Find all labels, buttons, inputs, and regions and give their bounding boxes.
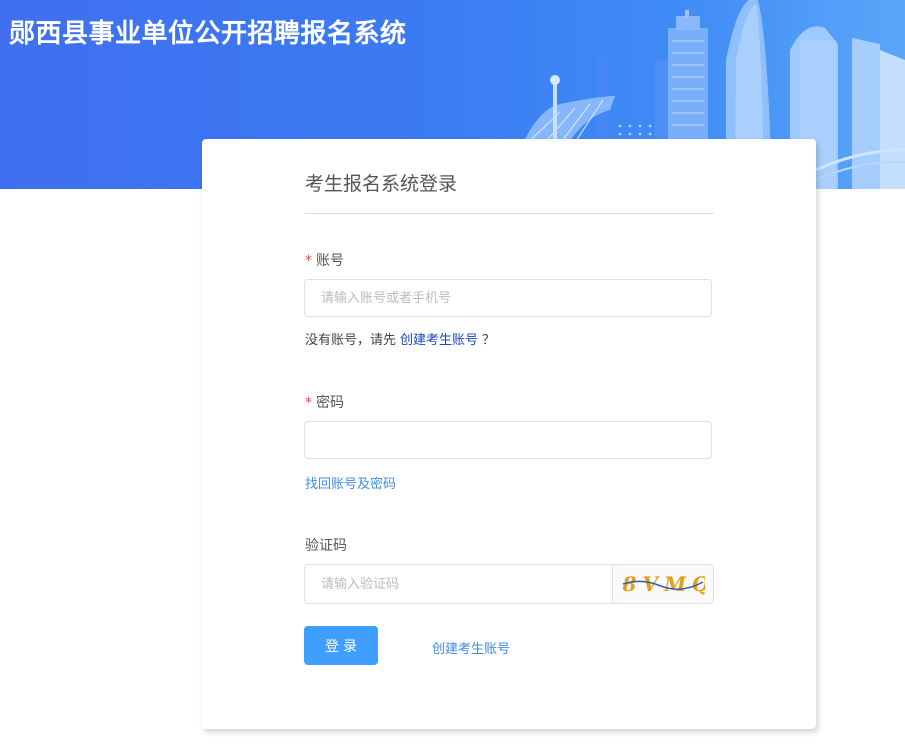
captcha-char-1: 8VMQ: [621, 572, 705, 596]
required-mark: *: [305, 395, 312, 411]
password-input[interactable]: [304, 421, 712, 459]
account-input[interactable]: [304, 279, 712, 317]
title-divider: [305, 213, 714, 214]
create-account-link[interactable]: 创建考生账号: [432, 638, 510, 657]
recover-account-link[interactable]: 找回账号及密码: [305, 473, 396, 492]
hint-suffix: ？: [482, 333, 496, 348]
no-account-hint: 没有账号，请先 创建考生账号 ？: [305, 329, 495, 348]
hint-prefix: 没有账号，请先: [305, 333, 397, 348]
captcha-label: 验证码: [305, 538, 347, 554]
required-mark: *: [305, 253, 312, 269]
login-card: 考生报名系统登录 *账号 没有账号，请先创建考生账号？ *密码 找回账号及密码 …: [202, 139, 816, 729]
captcha-group: 8VMQ: [304, 564, 714, 604]
captcha-input[interactable]: [305, 565, 612, 603]
account-label: * 账号: [305, 250, 344, 270]
password-label: * 密码: [305, 392, 344, 412]
hint-create-account-link[interactable]: 创建考生账号: [400, 333, 478, 348]
captcha-glyphs: 8VMQ: [621, 572, 705, 596]
login-button[interactable]: 登录: [304, 626, 378, 665]
account-label-text: 账号: [316, 253, 344, 269]
captcha-image[interactable]: 8VMQ: [612, 565, 713, 603]
site-title: 郧西县事业单位公开招聘报名系统: [9, 19, 407, 49]
password-label-text: 密码: [316, 395, 344, 411]
login-title: 考生报名系统登录: [305, 173, 458, 195]
